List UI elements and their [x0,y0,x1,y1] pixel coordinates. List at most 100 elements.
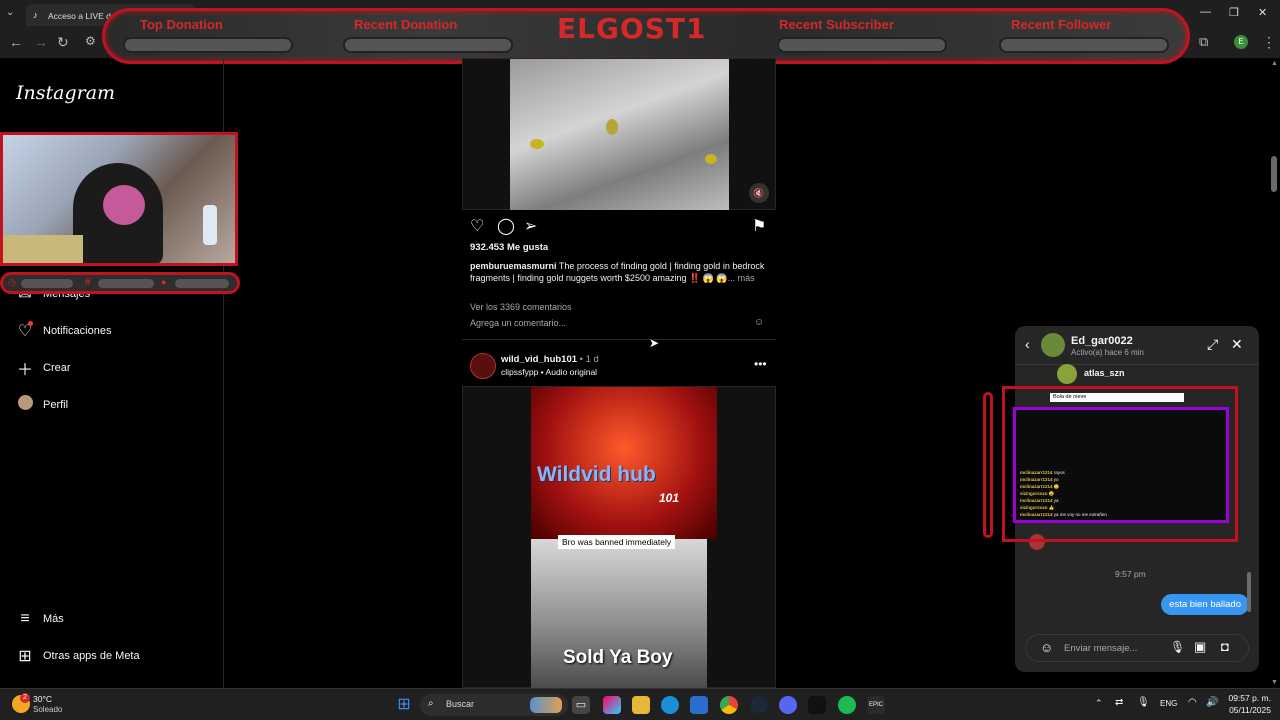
minimize-icon[interactable]: — [1200,6,1211,18]
close-window-icon[interactable]: ✕ [1258,6,1267,19]
chrome-icon[interactable] [720,696,738,714]
sidebar-item-crear[interactable]: ＋ Crear [16,356,71,380]
more-options-icon[interactable]: ••• [754,357,767,371]
sidebar-item-label: Crear [43,362,71,374]
scroll-up-icon[interactable]: ▲ [1271,60,1278,67]
close-icon[interactable]: ✕ [1231,336,1243,353]
network-icon[interactable]: ⇄ [1115,697,1123,708]
post-audio[interactable]: clipssfypp • Audio original [501,367,597,377]
like-count[interactable]: 932.453 Me gusta [470,242,548,253]
tab-list-icon[interactable]: ⌄ [6,7,14,18]
chat-contact-name[interactable]: Ed_gar0022 [1071,335,1133,347]
windows-start-icon[interactable]: ⊞ [395,696,413,714]
chat-divider [1015,364,1259,365]
post-author-line: wild_vid_hub101 • 1 d [501,354,599,365]
sidebar-item-label: Otras apps de Meta [43,650,140,662]
recent-follower-bar [999,37,1169,53]
reload-icon[interactable]: ↻ [57,34,69,51]
share-icon[interactable]: ➢ [524,216,537,236]
comment-input[interactable]: Agrega un comentario... [470,318,566,328]
notification-dot [28,321,33,326]
discord-icon[interactable] [779,696,797,714]
menu-icon: ≡ [20,610,30,627]
epic-games-icon[interactable]: EPIC [867,696,885,714]
stream-chat-line: mclinazarr1214 ya [1020,498,1059,503]
clock-time[interactable]: 09:57 p. m. [1226,693,1271,703]
post-video[interactable]: Wildvid hub 101 Bro was banned immediate… [462,386,776,689]
store-icon[interactable] [690,696,708,714]
maximize-icon[interactable]: ❐ [1229,6,1239,19]
recent-donation-bar [343,37,513,53]
windows-taskbar: 2 30°C Soleado ⊞ ⌕ Buscar ▭ EPIC ⌃ ⇄ 🎙 E… [0,688,1280,720]
channel-brand: ELGOST1 [557,12,707,45]
top-donation-bar [123,37,293,53]
stream-alert-overlay: Top Donation Recent Donation ELGOST1 Rec… [102,8,1190,64]
shared-user-name[interactable]: atlas_szn [1084,368,1125,378]
post-author-username[interactable]: wild_vid_hub101 [501,354,577,365]
post-author-avatar[interactable] [470,353,496,379]
site-info-icon[interactable]: ⚙ [85,34,96,48]
caption-username[interactable]: pemburuemasmurni [470,261,557,271]
task-view-icon[interactable]: ▭ [572,696,590,714]
sidebar-item-otras-apps[interactable]: ⊞ Otras apps de Meta [16,644,140,668]
wifi-icon[interactable]: ◠ [1188,697,1197,708]
clock-date[interactable]: 05/11/2025 [1226,705,1271,715]
expand-icon[interactable]: ⤢ [1207,336,1218,353]
extensions-icon[interactable]: ⧉ [1199,34,1208,50]
app-icon[interactable] [808,696,826,714]
browser-menu-icon[interactable]: ⋮ [1262,34,1276,51]
cam-pill [21,279,73,288]
spotify-icon[interactable] [838,696,856,714]
gold-rock-frame [510,59,729,210]
like-heart-icon[interactable]: ♡ [470,216,484,236]
back-icon[interactable]: ‹ [1025,336,1030,352]
post-age: • 1 d [579,354,599,365]
stream-chat-line: sizingursozo 😮 [1020,491,1055,496]
recent-subscriber-label: Recent Subscriber [779,17,894,32]
copilot-icon[interactable] [603,696,621,714]
image-icon[interactable]: ▣ [1194,639,1206,655]
clock-icon: ◷ [8,277,16,287]
top-donation-label: Top Donation [140,17,223,32]
file-explorer-icon[interactable] [632,696,650,714]
save-bookmark-icon[interactable]: ⚑ [752,216,766,236]
mute-icon[interactable]: 🔇 [749,183,769,203]
microphone-tray-icon[interactable]: 🎙 [1137,697,1150,708]
view-comments-link[interactable]: Ver los 3369 comentarios [470,302,572,312]
language-indicator[interactable]: ENG [1160,699,1177,708]
tray-overflow-icon[interactable]: ⌃ [1095,698,1103,709]
stream-chat-panel: mclinazarr1214 rayos mclinazarr1214 yo m… [1013,407,1229,523]
overlay-left-bracket [983,392,993,538]
stream-chat-line: mclinazarr1214 yo [1020,477,1059,482]
sidebar-item-mas[interactable]: ≡ Más [16,607,64,631]
instagram-feed: 🔇 ♡ ◯ ➢ ⚑ 932.453 Me gusta pemburuemasmu… [462,58,776,689]
sidebar-item-perfil[interactable]: Perfil [16,393,68,417]
emoji-icon[interactable]: ☺ [1040,640,1053,655]
emoji-icon[interactable]: ☺ [754,317,764,328]
weather-temp[interactable]: 30°C [33,694,52,704]
page-scrollbar[interactable] [1271,156,1277,192]
sidebar-item-label: Perfil [43,399,69,411]
taskbar-search[interactable]: ⌕ Buscar [420,694,568,716]
profile-avatar[interactable]: E [1234,35,1248,49]
sidebar-item-notificaciones[interactable]: ♡ Notificaciones [16,319,111,343]
microphone-icon[interactable]: 🎙 [1170,640,1185,654]
scroll-down-icon[interactable]: ▼ [1271,679,1278,686]
edge-icon[interactable] [661,696,679,714]
chat-scrollbar[interactable] [1247,572,1251,612]
message-input[interactable]: ☺ Enviar mensaje... 🎙 ▣ ◘ [1025,634,1249,662]
sidebar-item-label: Más [43,613,64,625]
post-video[interactable]: 🔇 [462,58,776,210]
instagram-logo[interactable]: Instagram [16,82,115,104]
back-icon[interactable]: ← [9,34,23,50]
post-divider [462,339,776,340]
comment-icon[interactable]: ◯ [497,216,515,236]
caption-more-link[interactable]: 😱... más [716,273,754,283]
search-placeholder: Buscar [446,699,475,709]
chat-avatar[interactable] [1041,333,1065,357]
volume-icon[interactable]: 🔊 [1206,697,1218,708]
forward-icon[interactable]: → [34,34,48,50]
sticker-icon[interactable]: ◘ [1221,639,1229,654]
sent-message[interactable]: esta bien ballado [1161,594,1249,615]
steam-icon[interactable] [750,696,768,714]
